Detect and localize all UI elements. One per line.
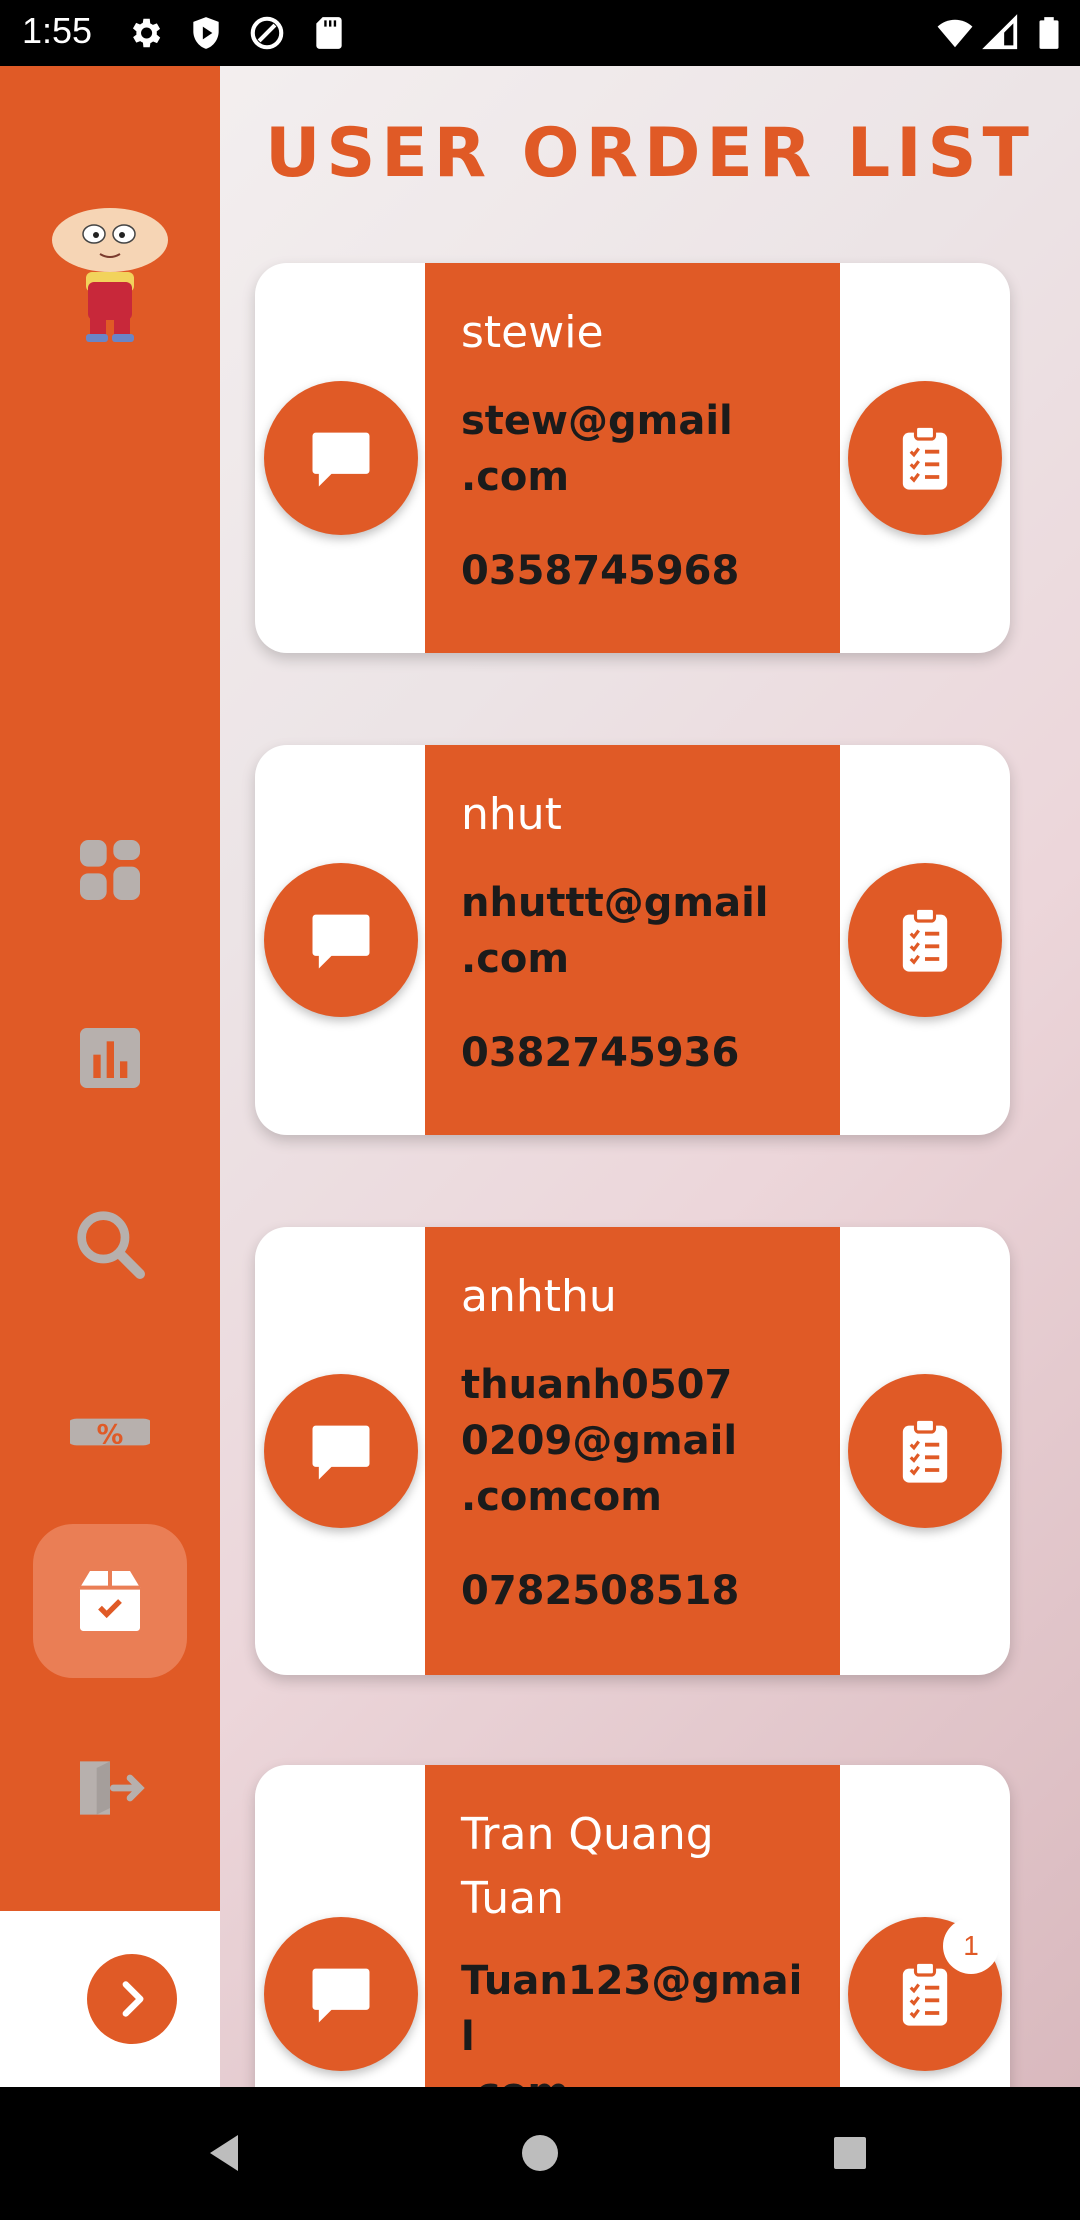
user-phone: 0382745936 xyxy=(461,1030,740,1076)
back-triangle-icon xyxy=(210,2135,238,2171)
chat-bubble-icon xyxy=(312,914,370,969)
recents-square-icon xyxy=(834,2137,866,2169)
wifi-icon xyxy=(936,14,974,52)
stats-icon xyxy=(80,1028,140,1088)
user-info: Tran Quang Tuan Tuan123@gmail .com xyxy=(425,1765,840,2087)
chat-bubble-icon xyxy=(312,1968,370,2023)
chat-bubble-icon xyxy=(312,432,370,487)
nav-search[interactable] xyxy=(48,1182,172,1306)
order-count-badge: 1 xyxy=(943,1918,999,1974)
user-email: thuanh0507 0209@gmail .comcom xyxy=(461,1362,738,1520)
nav-discount[interactable]: % xyxy=(48,1370,172,1494)
svg-text:%: % xyxy=(97,1420,124,1451)
settings-icon xyxy=(126,14,164,52)
user-name: stewie xyxy=(461,307,604,358)
dashboard-icon xyxy=(80,840,140,900)
nav-home-button[interactable] xyxy=(510,2123,570,2183)
chat-button[interactable] xyxy=(264,1374,418,1528)
nav-logout[interactable] xyxy=(48,1726,172,1850)
sd-card-icon xyxy=(310,14,348,52)
battery-icon xyxy=(1030,14,1068,52)
home-circle-icon xyxy=(522,2135,558,2171)
sidebar: % xyxy=(0,66,220,1911)
search-icon xyxy=(77,1211,145,1279)
discount-ticket-icon: % xyxy=(70,1418,150,1451)
user-name: Tran Quang Tuan xyxy=(461,1809,714,1924)
chevron-right-icon xyxy=(122,1981,144,2017)
user-name: anhthu xyxy=(461,1271,617,1322)
clipboard-icon xyxy=(902,1960,948,2026)
user-phone: 0782508518 xyxy=(461,1568,740,1614)
nav-back-button[interactable] xyxy=(196,2123,256,2183)
nav-orders[interactable] xyxy=(33,1524,187,1678)
orders-box-icon xyxy=(80,1571,140,1631)
chat-button[interactable] xyxy=(264,381,418,535)
app-screen: % USER ORDER LIST stewie stew@gmail .com… xyxy=(0,66,1080,2087)
order-list-button[interactable] xyxy=(848,1374,1002,1528)
nav-dashboard[interactable] xyxy=(48,808,172,932)
logout-icon xyxy=(80,1761,145,1815)
system-nav-bar xyxy=(0,2087,1080,2220)
order-list-button[interactable] xyxy=(848,381,1002,535)
user-phone: 0358745968 xyxy=(461,548,740,594)
play-protect-icon xyxy=(187,14,225,52)
order-list-button[interactable] xyxy=(848,863,1002,1017)
user-email: stew@gmail .com xyxy=(461,398,733,500)
chat-button[interactable] xyxy=(264,863,418,1017)
signal-icon xyxy=(982,14,1020,52)
clipboard-icon xyxy=(902,424,948,490)
user-name: nhut xyxy=(461,789,562,840)
chat-button[interactable] xyxy=(264,1917,418,2071)
status-bar: 1:55 xyxy=(0,0,1080,66)
status-time: 1:55 xyxy=(22,10,93,51)
user-info: nhut nhuttt@gmail .com 0382745936 xyxy=(425,745,840,1135)
user-email: nhuttt@gmail .com xyxy=(461,880,769,982)
user-info: anhthu thuanh0507 0209@gmail .comcom 078… xyxy=(425,1227,840,1675)
user-info: stewie stew@gmail .com 0358745968 xyxy=(425,263,840,653)
nav-stats[interactable] xyxy=(48,996,172,1120)
nav-recents-button[interactable] xyxy=(820,2123,880,2183)
at-sign-icon xyxy=(248,14,286,52)
page-title: USER ORDER LIST xyxy=(265,114,1035,193)
user-email: Tuan123@gmail .com xyxy=(461,1958,803,2087)
avatar xyxy=(40,196,180,346)
expand-sidebar-button[interactable] xyxy=(87,1954,177,2044)
chat-bubble-icon xyxy=(312,1425,370,1480)
clipboard-icon xyxy=(902,1417,948,1483)
clipboard-icon xyxy=(902,906,948,972)
